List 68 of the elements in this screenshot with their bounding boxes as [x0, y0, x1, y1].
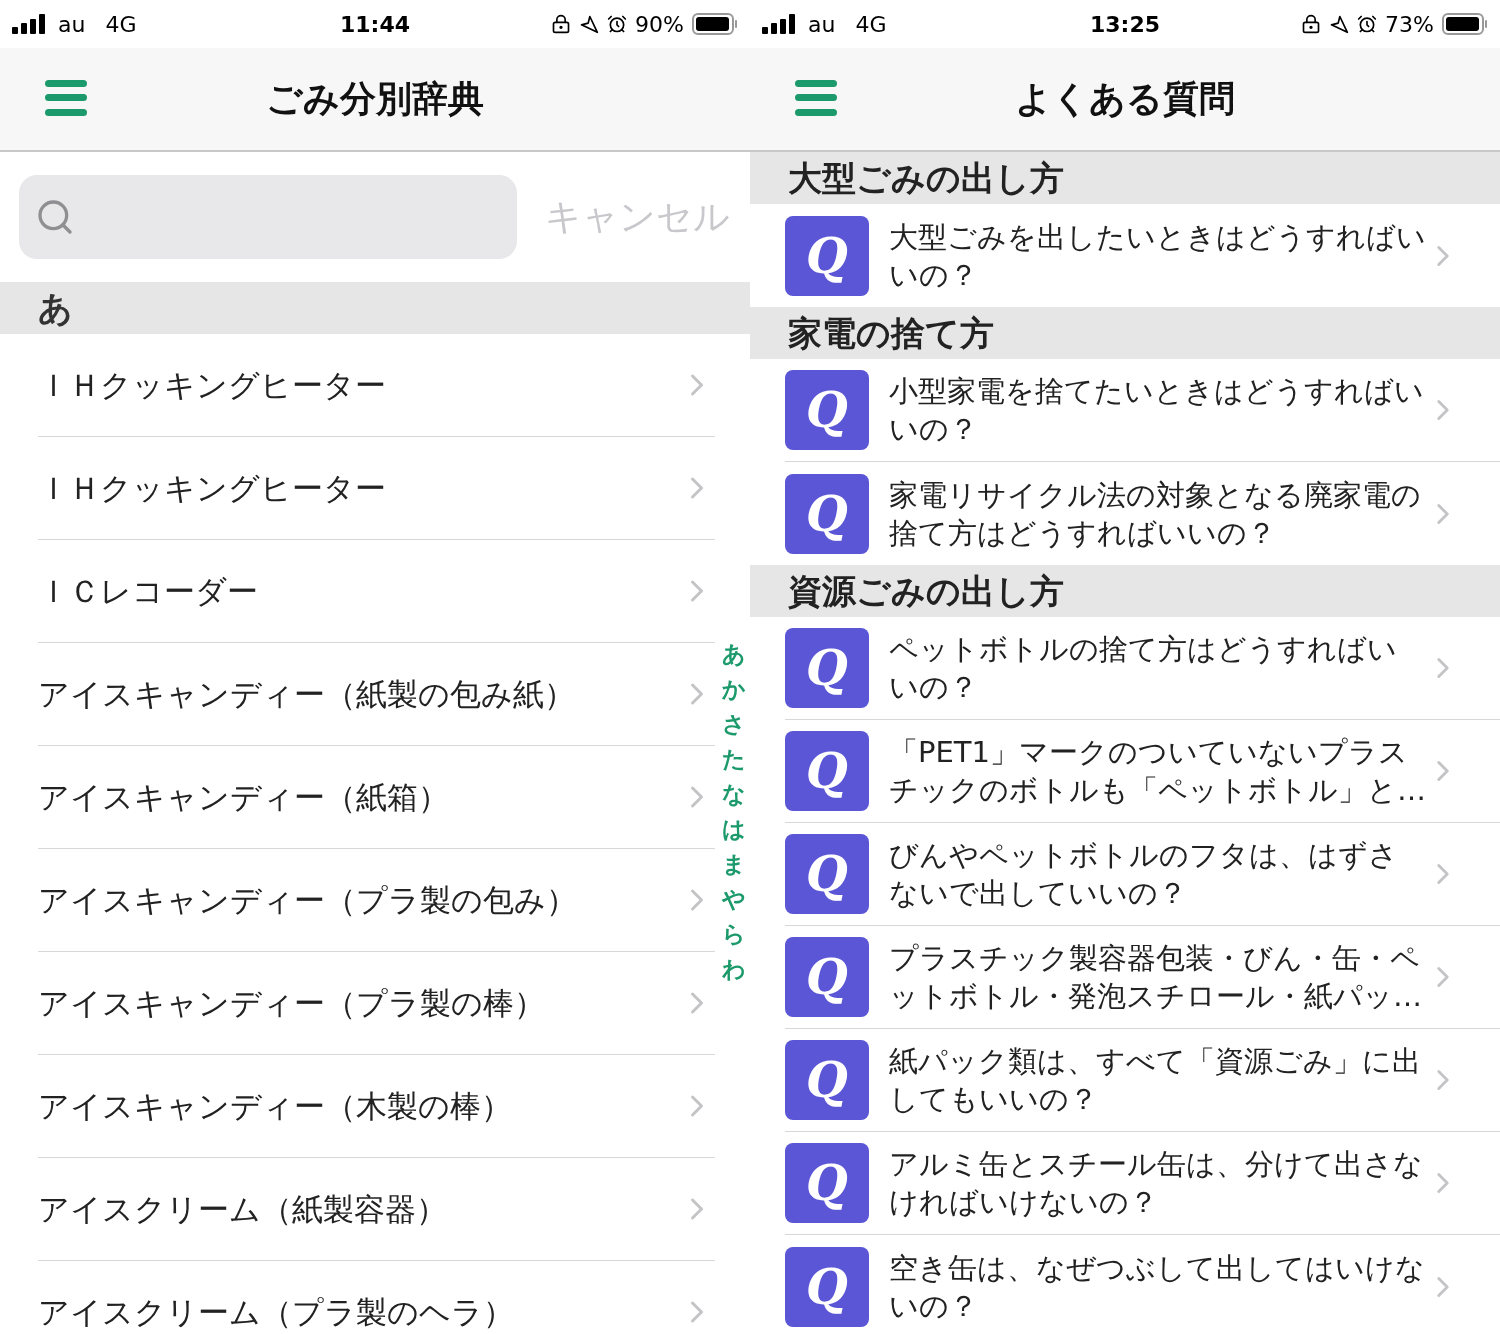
q-badge: Q — [785, 731, 869, 811]
signal-icon — [762, 14, 796, 34]
q-badge: Q — [785, 215, 869, 296]
battery-icon — [1442, 13, 1488, 35]
list-item[interactable]: ＩＣレコーダー — [38, 540, 715, 643]
alarm-icon — [1357, 14, 1378, 34]
index-letter[interactable]: ま — [722, 847, 746, 882]
battery-percent: 73% — [1385, 10, 1434, 39]
list-item[interactable]: アイスキャンディー（紙箱） — [38, 746, 715, 849]
list-item[interactable]: ＩＨクッキングヒーター — [38, 334, 715, 437]
q-badge: Q — [785, 370, 869, 450]
question-item[interactable]: Q 紙パック類は、すべて「資源ごみ」に出してもいいの？ — [785, 1029, 1500, 1132]
index-letter[interactable]: わ — [722, 952, 746, 987]
index-letter[interactable]: な — [722, 777, 746, 812]
signal-icon — [12, 14, 46, 34]
menu-icon[interactable] — [45, 80, 87, 116]
list-item[interactable]: アイスクリーム（プラ製のヘラ） — [38, 1261, 715, 1334]
q-badge: Q — [785, 834, 869, 914]
q-badge: Q — [785, 937, 869, 1017]
question-item[interactable]: Q 「PET1」マークのついていないプラスチックのボトルも「ペットボトル」と… — [785, 720, 1500, 823]
q-badge: Q — [785, 1143, 869, 1223]
section-header: 家電の捨て方 — [750, 307, 1500, 359]
list-item[interactable]: ＩＨクッキングヒーター — [38, 437, 715, 540]
search-icon — [35, 197, 75, 237]
carrier-name: au — [808, 10, 836, 39]
question-item[interactable]: Q 家電リサイクル法の対象となる廃家電の捨て方はどうすればいいの？ — [785, 462, 1500, 565]
orientation-lock-icon — [1301, 14, 1322, 34]
index-letter[interactable]: さ — [722, 707, 746, 742]
search-field[interactable] — [19, 175, 517, 259]
question-item[interactable]: Q アルミ缶とスチール缶は、分けて出さなければいけないの？ — [785, 1132, 1500, 1235]
q-badge: Q — [785, 473, 869, 554]
section-header: あ — [0, 282, 750, 334]
question-item[interactable]: Q 小型家電を捨てたいときはどうすればいいの？ — [785, 359, 1500, 462]
status-time: 11:44 — [340, 10, 410, 39]
question-item[interactable]: Q ペットボトルの捨て方はどうすればいいの？ — [785, 617, 1500, 720]
index-letter[interactable]: ら — [722, 917, 746, 952]
menu-icon[interactable] — [795, 80, 837, 116]
q-badge: Q — [785, 628, 869, 708]
battery-icon — [692, 13, 738, 35]
network-type: 4G — [855, 10, 887, 39]
index-letter[interactable]: や — [722, 882, 746, 917]
question-item[interactable]: Q 大型ごみを出したいときはどうすればいいの？ — [785, 204, 1500, 307]
index-letter[interactable]: た — [722, 742, 746, 777]
q-badge: Q — [785, 1246, 869, 1327]
index-letter[interactable]: は — [722, 812, 746, 847]
location-arrow-icon — [579, 14, 600, 34]
question-item[interactable]: Q 空き缶は、なぜつぶして出してはいけないの？ — [785, 1235, 1500, 1334]
list-item[interactable]: アイスキャンディー（紙製の包み紙） — [38, 643, 715, 746]
carrier-name: au — [58, 10, 86, 39]
screen-title: ごみ分別辞典 — [266, 77, 484, 121]
section-header: 大型ごみの出し方 — [750, 152, 1500, 204]
location-arrow-icon — [1329, 14, 1350, 34]
index-letter[interactable]: か — [722, 672, 746, 707]
q-badge: Q — [785, 1040, 869, 1120]
battery-percent: 90% — [635, 10, 684, 39]
status-time: 13:25 — [1090, 10, 1160, 39]
list-item[interactable]: アイスキャンディー（プラ製の包み） — [38, 849, 715, 952]
alarm-icon — [607, 14, 628, 34]
network-type: 4G — [105, 10, 137, 39]
question-item[interactable]: Q びんやペットボトルのフタは、はずさないで出していいの？ — [785, 823, 1500, 926]
section-header: 資源ごみの出し方 — [750, 565, 1500, 617]
orientation-lock-icon — [551, 14, 572, 34]
list-item[interactable]: アイスキャンディー（木製の棒） — [38, 1055, 715, 1158]
list-item[interactable]: アイスクリーム（紙製容器） — [38, 1158, 715, 1261]
list-item[interactable]: アイスキャンディー（プラ製の棒） — [38, 952, 715, 1055]
screen-title: よくある質問 — [1015, 77, 1235, 121]
question-item[interactable]: Q プラスチック製容器包装・びん・缶・ペットボトル・発泡スチロール・紙パッ… — [785, 926, 1500, 1029]
index-letter[interactable]: あ — [722, 637, 746, 672]
